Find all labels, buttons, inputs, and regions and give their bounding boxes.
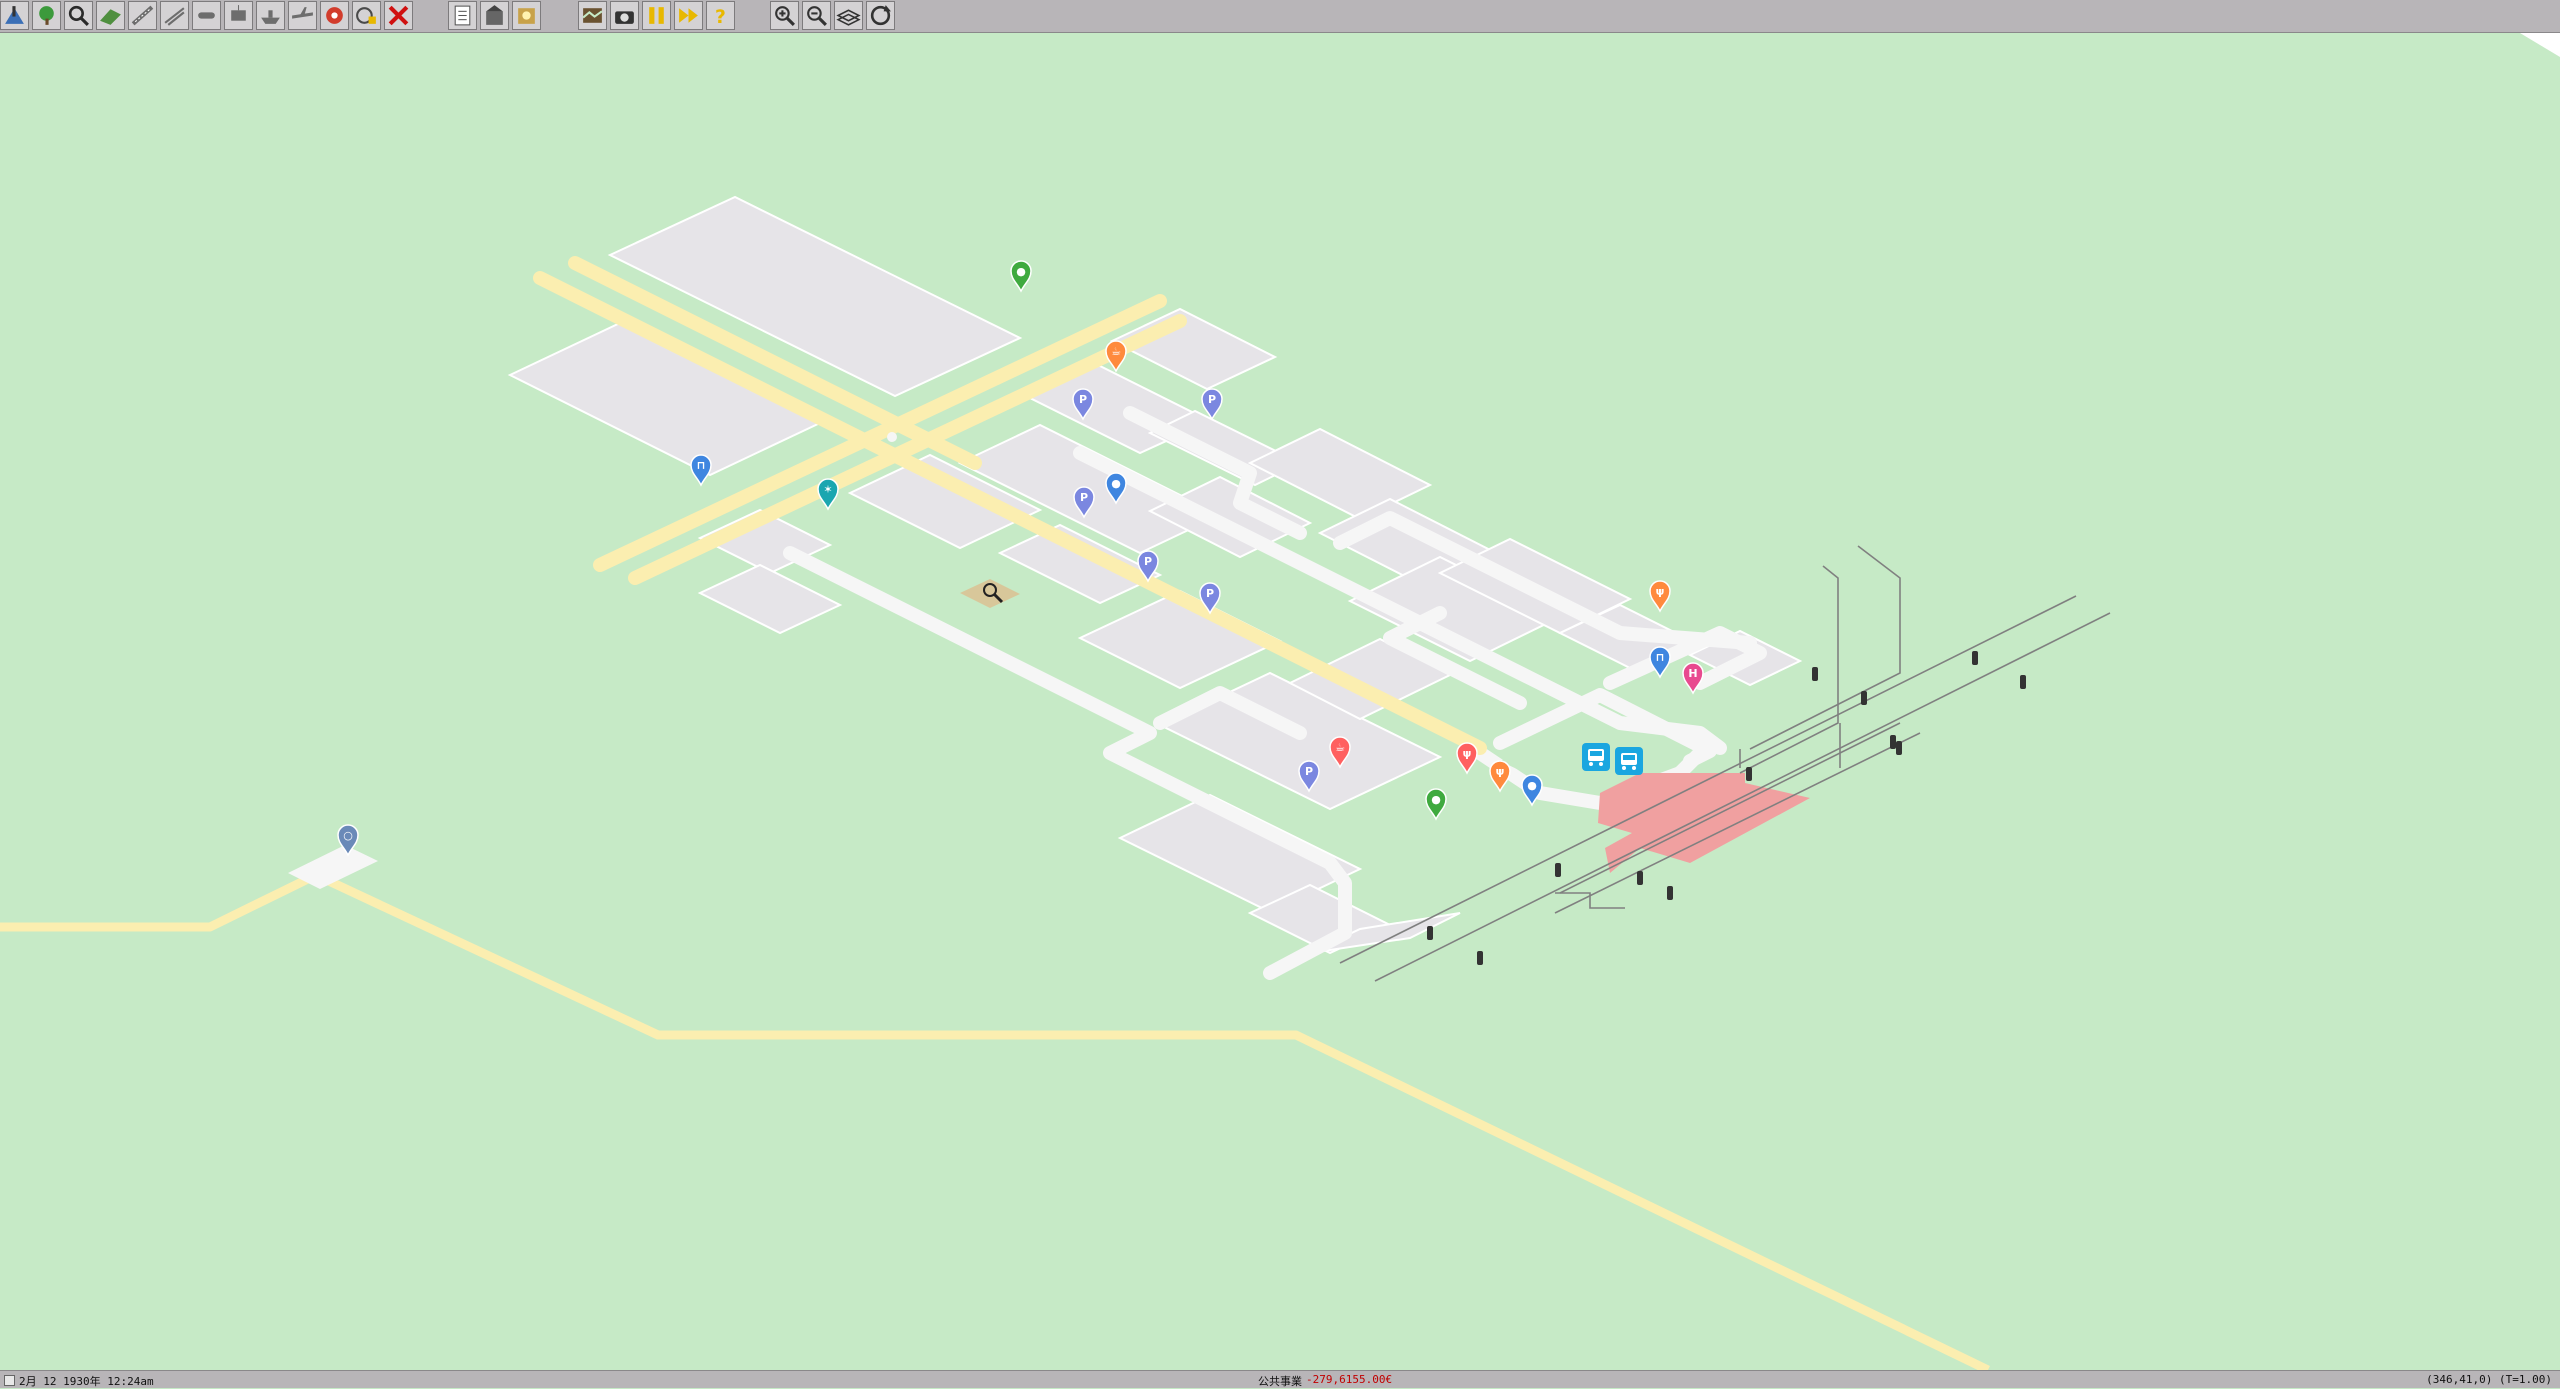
screenshot-icon	[615, 11, 634, 24]
listtool-icon	[356, 7, 376, 24]
svg-text:☕: ☕	[1111, 345, 1121, 358]
terraform-button[interactable]	[0, 1, 29, 30]
help-button[interactable]: ?	[706, 1, 735, 30]
svg-text:ψ: ψ	[1496, 765, 1505, 778]
zoom-out-icon	[807, 6, 827, 26]
svg-text:P: P	[1206, 587, 1214, 600]
air-tools-icon	[292, 7, 313, 19]
list-icon	[454, 5, 471, 26]
pause-button[interactable]	[642, 1, 671, 30]
listtool-button[interactable]	[352, 1, 381, 30]
special-tools-button[interactable]	[320, 1, 349, 30]
svg-text:P: P	[1079, 393, 1087, 406]
highway-roundabout	[887, 432, 897, 442]
map-icon	[582, 8, 603, 23]
svg-text:●: ●	[1527, 779, 1537, 792]
slope-icon	[100, 9, 121, 25]
monorail-tools-button[interactable]	[192, 1, 221, 30]
special-tools-icon	[326, 7, 343, 24]
finance-icon	[518, 8, 535, 24]
rail-tools-button[interactable]	[160, 1, 189, 30]
list-button[interactable]	[448, 1, 477, 30]
main-toolbar: ?	[0, 0, 2560, 33]
query-icon	[68, 5, 89, 26]
svg-text:H: H	[1688, 667, 1697, 680]
plant-trees-icon	[39, 6, 54, 25]
road-tools-icon	[131, 5, 154, 26]
terraform-icon	[5, 6, 24, 24]
monorail-tools-icon	[198, 12, 215, 19]
tram-tools-button[interactable]	[224, 1, 253, 30]
money-display: -279,6155.00€	[1306, 1373, 1393, 1386]
svg-text:●: ●	[1111, 477, 1121, 490]
ship-tools-icon	[261, 10, 280, 24]
screenshot-button[interactable]	[610, 1, 639, 30]
air-tools-button[interactable]	[288, 1, 317, 30]
svg-text:☕: ☕	[1335, 741, 1345, 754]
svg-text:P: P	[1305, 765, 1313, 778]
view-layers-button[interactable]	[834, 1, 863, 30]
zoom-in-button[interactable]	[770, 1, 799, 30]
map-button[interactable]	[578, 1, 607, 30]
svg-text:●: ●	[1016, 265, 1026, 278]
plant-trees-button[interactable]	[32, 1, 61, 30]
bus-stop-icon[interactable]	[1582, 743, 1610, 771]
svg-text:ψ: ψ	[1656, 585, 1665, 598]
svg-text:ψ: ψ	[1463, 747, 1472, 760]
game-date-text: 2月 12 1930年 12:24am	[19, 1375, 154, 1388]
rail-tools-icon	[164, 7, 185, 26]
game-map-view[interactable]: ● ☕ P P ⊓ ✶ P ● P P ψ ⊓ H ψ ☕ ψ ● P ● ○	[0, 33, 2560, 1370]
view-layers-icon	[836, 9, 861, 26]
road-tools-button[interactable]	[128, 1, 157, 30]
help-icon: ?	[715, 7, 726, 28]
svg-text:⊓: ⊓	[1656, 651, 1665, 664]
svg-text:P: P	[1208, 393, 1216, 406]
remove-icon	[388, 5, 409, 26]
company-icon	[486, 5, 503, 25]
finance-button[interactable]	[512, 1, 541, 30]
pause-icon	[649, 7, 664, 24]
slope-button[interactable]	[96, 1, 125, 30]
ship-tools-button[interactable]	[256, 1, 285, 30]
svg-text:?: ?	[715, 7, 726, 28]
company-button[interactable]	[480, 1, 509, 30]
svg-text:✶: ✶	[823, 483, 832, 496]
zoom-out-button[interactable]	[802, 1, 831, 30]
query-button[interactable]	[64, 1, 93, 30]
tram-tools-icon	[231, 5, 246, 21]
coordinates-display: (346,41,0) (T=1.00)	[2426, 1373, 2552, 1386]
bus-stop-icon[interactable]	[1615, 747, 1643, 775]
svg-text:○: ○	[343, 829, 353, 842]
rotate-button[interactable]	[866, 1, 895, 30]
status-window-icon[interactable]	[4, 1375, 15, 1386]
zoom-in-icon	[775, 6, 795, 26]
fast-forward-button[interactable]	[674, 1, 703, 30]
status-bar: 2月 12 1930年 12:24am 公共事業 -279,6155.00€ (…	[0, 1370, 2560, 1388]
remove-button[interactable]	[384, 1, 413, 30]
rotate-icon	[870, 5, 891, 26]
svg-text:P: P	[1144, 555, 1152, 568]
svg-text:⊓: ⊓	[697, 459, 706, 472]
svg-text:●: ●	[1431, 793, 1441, 806]
svg-text:P: P	[1080, 491, 1088, 504]
fast-forward-icon	[679, 8, 698, 23]
